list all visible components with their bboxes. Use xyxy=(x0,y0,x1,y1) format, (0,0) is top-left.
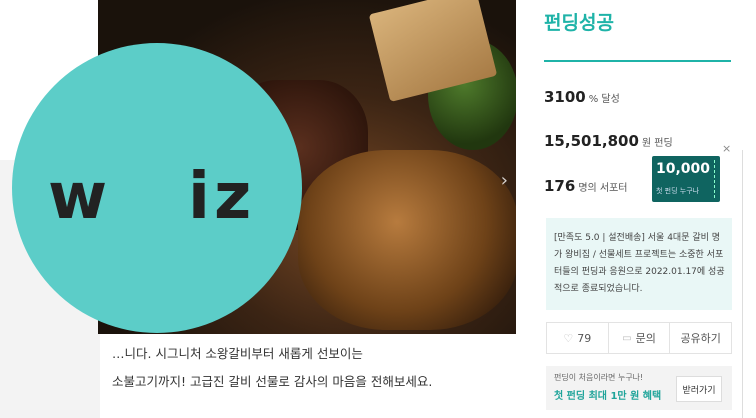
achievement-rate: 3100% 달성 xyxy=(544,88,620,106)
funding-result-info: [만족도 5.0 | 설전배송] 서울 4대문 갈비 명가 왕비집 / 선물세트… xyxy=(546,218,732,310)
amount-unit: 원 펀딩 xyxy=(641,138,673,149)
info-text: [만족도 5.0 | 설전배송] 서울 4대문 갈비 명가 왕비집 / 선물세트… xyxy=(554,233,725,294)
logo-right-text: iz xyxy=(188,160,256,234)
inquiry-button[interactable]: ▭ 문의 xyxy=(609,323,671,353)
amount-value: 15,501,800 xyxy=(544,132,639,150)
coupon-perforation xyxy=(714,160,716,198)
right-divider xyxy=(742,150,743,418)
supporter-unit: 명의 서포터 xyxy=(578,183,628,194)
rate-unit: % 달성 xyxy=(588,94,620,105)
share-label: 공유하기 xyxy=(680,332,721,345)
coupon-text: 첫 펀딩 누구나 xyxy=(656,187,700,195)
logo-left-text: w xyxy=(48,160,112,234)
supporter-count: 176 명의 서포터 xyxy=(544,177,628,195)
chevron-right-icon[interactable]: › xyxy=(501,170,508,191)
broth xyxy=(298,150,516,330)
project-description: …니다. 시그니처 소왕갈비부터 새롭게 선보이는 소불고기까지! 고급진 갈비… xyxy=(112,340,522,396)
heart-icon: ♡ xyxy=(563,331,574,345)
funded-amount: 15,501,800 원 펀딩 xyxy=(544,132,673,150)
page: › w iz …니다. 시그니처 소왕갈비부터 새롭게 선보이는 소불고기까지!… xyxy=(0,0,756,418)
funding-status-title: 펀딩성공 xyxy=(544,12,614,34)
description-line-2: 소불고기까지! 고급진 갈비 선물로 감사의 마음을 전해보세요. xyxy=(112,374,433,389)
promo-button[interactable]: 받러가기 xyxy=(676,376,722,402)
description-line-1: …니다. 시그니처 소왕갈비부터 새롭게 선보이는 xyxy=(112,346,363,361)
chat-icon: ▭ xyxy=(622,332,632,344)
first-funding-promo: 펀딩이 처음이라면 누구나! 첫 펀딩 최대 1만 원 혜택 받러가기 xyxy=(546,366,732,410)
coupon-banner[interactable]: 10,000 첫 펀딩 누구나 xyxy=(652,156,720,202)
action-bar: ♡ 79 ▭ 문의 공유하기 xyxy=(546,322,732,354)
coupon-amount: 10,000 xyxy=(656,161,711,177)
funding-sidebar: 펀딩성공 3100% 달성 15,501,800 원 펀딩 176 명의 서포터 1… xyxy=(544,0,734,418)
supporter-value: 176 xyxy=(544,177,576,195)
close-icon[interactable]: × xyxy=(722,142,731,155)
rate-value: 3100 xyxy=(544,88,586,106)
status-divider xyxy=(544,60,731,62)
like-button[interactable]: ♡ 79 xyxy=(547,323,609,353)
inquiry-label: 문의 xyxy=(635,332,656,345)
share-button[interactable]: 공유하기 xyxy=(670,323,731,353)
like-count: 79 xyxy=(577,331,592,345)
